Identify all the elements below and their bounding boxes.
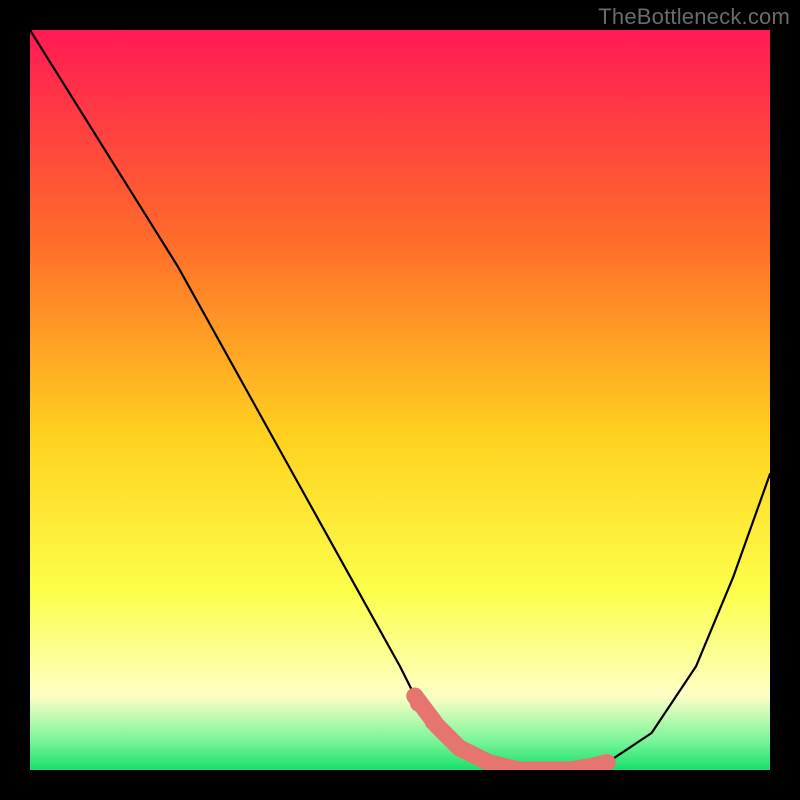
- chart-svg: [30, 30, 770, 770]
- highlight-dot: [410, 695, 427, 712]
- heat-gradient: [30, 30, 770, 770]
- chart-frame: TheBottleneck.com: [0, 0, 800, 800]
- plot-area: [30, 30, 770, 770]
- watermark-text: TheBottleneck.com: [598, 4, 790, 30]
- highlight-dot: [425, 713, 442, 730]
